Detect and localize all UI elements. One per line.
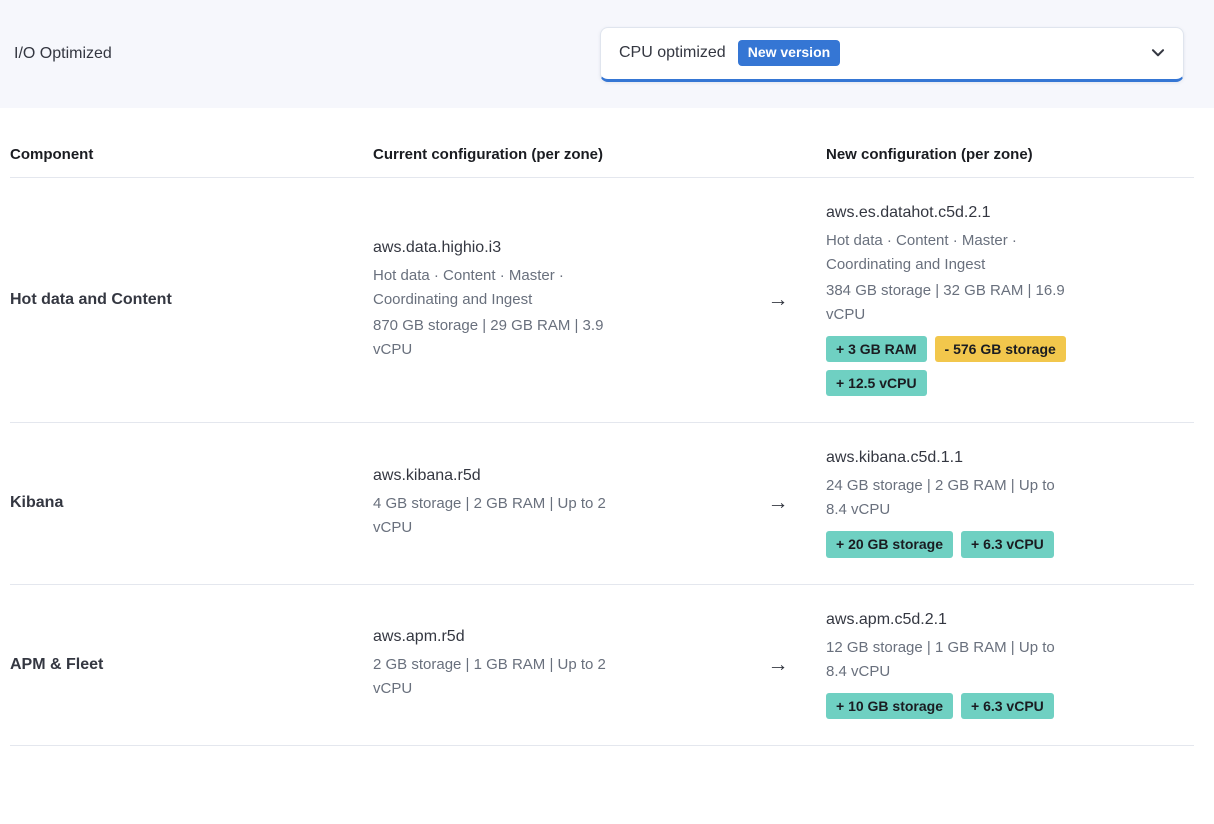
current-configuration-cell: aws.data.highio.i3 Hot data · Content · …: [373, 239, 745, 362]
component-cell: Kibana: [10, 494, 373, 512]
current-instance-type: aws.kibana.r5d: [373, 467, 625, 485]
table-row: Kibana aws.kibana.r5d 4 GB storage | 2 G…: [10, 423, 1194, 584]
new-resource-specs: 12 GB storage | 1 GB RAM | Up to 8.4 vCP…: [826, 636, 1078, 684]
arrow-right-icon: →: [768, 288, 789, 311]
diff-badge-success: + 10 GB storage: [826, 693, 953, 719]
arrow-cell: →: [745, 653, 811, 677]
hardware-profile-bar: I/O Optimized CPU optimized New version: [0, 0, 1214, 108]
current-configuration: aws.apm.r5d 2 GB storage | 1 GB RAM | Up…: [373, 628, 625, 701]
header-new-configuration: New configuration (per zone): [811, 146, 1194, 163]
header-component: Component: [10, 146, 373, 163]
new-node-roles: Hot data · Content · Master · Coordinati…: [826, 229, 1078, 277]
new-configuration: aws.es.datahot.c5d.2.1 Hot data · Conten…: [826, 204, 1078, 396]
new-instance-type: aws.es.datahot.c5d.2.1: [826, 204, 1078, 222]
diff-badge-success: + 6.3 vCPU: [961, 693, 1054, 719]
diff-badge-warning: - 576 GB storage: [935, 336, 1066, 362]
new-instance-type: aws.apm.c5d.2.1: [826, 611, 1078, 629]
current-instance-type: aws.data.highio.i3: [373, 239, 625, 257]
new-resource-specs: 384 GB storage | 32 GB RAM | 16.9 vCPU: [826, 279, 1078, 327]
component-name: APM & Fleet: [10, 656, 103, 673]
configuration-comparison-table: Component Current configuration (per zon…: [0, 108, 1214, 746]
arrow-cell: →: [745, 288, 811, 312]
table-row: Hot data and Content aws.data.highio.i3 …: [10, 178, 1194, 423]
diff-badge-success: + 3 GB RAM: [826, 336, 927, 362]
component-name: Kibana: [10, 494, 63, 511]
diff-badges: + 20 GB storage + 6.3 vCPU: [826, 531, 1078, 557]
current-instance-type: aws.apm.r5d: [373, 628, 625, 646]
profile-select-value: CPU optimized: [619, 44, 726, 62]
new-resource-specs: 24 GB storage | 2 GB RAM | Up to 8.4 vCP…: [826, 474, 1078, 522]
new-configuration: aws.apm.c5d.2.1 12 GB storage | 1 GB RAM…: [826, 611, 1078, 719]
arrow-right-icon: →: [768, 491, 789, 514]
component-name: Hot data and Content: [10, 291, 172, 308]
arrow-cell: →: [745, 491, 811, 515]
arrow-right-icon: →: [768, 653, 789, 676]
new-instance-type: aws.kibana.c5d.1.1: [826, 449, 1078, 467]
diff-badge-success: + 20 GB storage: [826, 531, 953, 557]
current-configuration-cell: aws.apm.r5d 2 GB storage | 1 GB RAM | Up…: [373, 628, 745, 701]
chevron-down-icon: [1149, 44, 1167, 62]
new-configuration-cell: aws.es.datahot.c5d.2.1 Hot data · Conten…: [811, 204, 1194, 396]
current-resource-specs: 870 GB storage | 29 GB RAM | 3.9 vCPU: [373, 314, 625, 362]
diff-badges: + 10 GB storage + 6.3 vCPU: [826, 693, 1078, 719]
diff-badges: + 3 GB RAM - 576 GB storage + 12.5 vCPU: [826, 336, 1078, 396]
current-resource-specs: 2 GB storage | 1 GB RAM | Up to 2 vCPU: [373, 653, 625, 701]
current-configuration: aws.data.highio.i3 Hot data · Content · …: [373, 239, 625, 362]
new-configuration-cell: aws.kibana.c5d.1.1 24 GB storage | 2 GB …: [811, 449, 1194, 557]
diff-badge-success: + 12.5 vCPU: [826, 370, 927, 396]
component-cell: APM & Fleet: [10, 656, 373, 674]
profile-select[interactable]: CPU optimized New version: [600, 27, 1184, 82]
new-configuration-cell: aws.apm.c5d.2.1 12 GB storage | 1 GB RAM…: [811, 611, 1194, 719]
table-header-row: Component Current configuration (per zon…: [10, 108, 1194, 178]
current-node-roles: Hot data · Content · Master · Coordinati…: [373, 264, 625, 312]
component-cell: Hot data and Content: [10, 291, 373, 309]
comparison-table-body: Hot data and Content aws.data.highio.i3 …: [10, 178, 1194, 746]
current-configuration-cell: aws.kibana.r5d 4 GB storage | 2 GB RAM |…: [373, 467, 745, 540]
current-resource-specs: 4 GB storage | 2 GB RAM | Up to 2 vCPU: [373, 492, 625, 540]
new-configuration: aws.kibana.c5d.1.1 24 GB storage | 2 GB …: [826, 449, 1078, 557]
current-profile-label: I/O Optimized: [14, 45, 112, 63]
header-current-configuration: Current configuration (per zone): [373, 146, 745, 163]
new-version-badge: New version: [738, 40, 840, 66]
current-configuration: aws.kibana.r5d 4 GB storage | 2 GB RAM |…: [373, 467, 625, 540]
diff-badge-success: + 6.3 vCPU: [961, 531, 1054, 557]
table-row: APM & Fleet aws.apm.r5d 2 GB storage | 1…: [10, 585, 1194, 746]
